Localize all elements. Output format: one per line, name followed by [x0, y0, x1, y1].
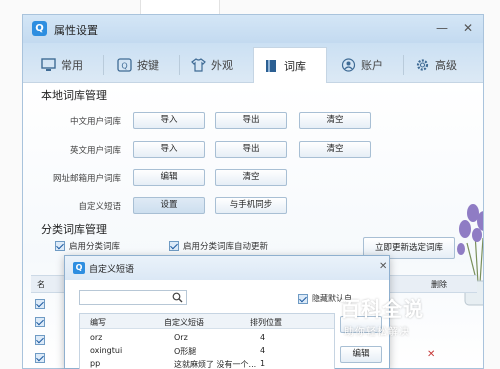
phrase-table: 编写 自定义短语 排列位置 orz Orz 4 oxingtui O形腿 4 p…: [79, 313, 335, 369]
enable-category-checkbox[interactable]: 启用分类词库: [55, 240, 120, 252]
app-logo-icon: Q: [73, 262, 85, 274]
row-label: 自定义短语: [78, 202, 121, 212]
tab-keys[interactable]: Q 按键: [107, 47, 175, 83]
cell-position: 4: [260, 333, 266, 342]
book-icon: [264, 59, 279, 73]
export-cn-button[interactable]: 导出: [215, 112, 287, 129]
user-icon: [341, 58, 356, 72]
keyboard-key-icon: Q: [117, 58, 132, 72]
cell-code: orz: [90, 333, 103, 342]
tab-divider: [403, 55, 404, 75]
watermark-subtitle: 助你轻松解决: [344, 327, 410, 338]
sync-phone-button[interactable]: 与手机同步: [215, 197, 287, 214]
row-checkbox[interactable]: [35, 353, 45, 363]
import-en-button[interactable]: 导入: [133, 141, 205, 158]
row-checkbox[interactable]: [35, 335, 45, 345]
background-strip: [140, 0, 220, 14]
svg-text:Q: Q: [121, 62, 127, 71]
close-button[interactable]: ✕: [461, 21, 475, 35]
tab-label: 常用: [61, 59, 83, 72]
dialog-title: 自定义短语: [89, 265, 135, 275]
monitor-icon: [41, 58, 56, 72]
table-header: 编写 自定义短语 排列位置: [80, 314, 334, 329]
cell-phrase: Orz: [174, 333, 188, 342]
tab-label: 词库: [284, 59, 306, 73]
window-title: 属性设置: [54, 24, 98, 37]
watermark-title: 百科全说: [340, 297, 424, 321]
clear-en-button[interactable]: 清空: [299, 141, 371, 158]
watermark: 百科全说 助你轻松解决: [330, 293, 500, 369]
checkbox-checked-icon: [169, 241, 179, 251]
phrase-settings-button[interactable]: 设置: [133, 197, 205, 214]
cell-position: 4: [260, 346, 266, 355]
row-label: 英文用户词库: [69, 146, 121, 156]
tab-label: 高级: [435, 59, 457, 72]
column-header-delete: 删除: [431, 280, 447, 289]
app-logo-icon: Q: [32, 21, 47, 36]
title-bar: Q 属性设置 — ✕: [23, 15, 483, 43]
checkbox-checked-icon: [298, 293, 308, 304]
tab-label: 按键: [137, 59, 159, 72]
cell-position: 1: [260, 359, 266, 368]
category-section-title: 分类词库管理: [41, 223, 107, 236]
tab-appearance[interactable]: 外观: [181, 47, 251, 83]
tab-common[interactable]: 常用: [31, 47, 99, 83]
edit-url-button[interactable]: 编辑: [133, 169, 205, 186]
checkbox-label: 启用分类词库: [69, 242, 121, 252]
column-header-position: 排列位置: [250, 318, 282, 327]
cell-code: pp: [90, 359, 101, 368]
shirt-icon: [191, 58, 206, 72]
checkbox-checked-icon: [55, 241, 65, 251]
local-section-title: 本地词库管理: [41, 89, 107, 102]
clear-cn-button[interactable]: 清空: [299, 112, 371, 129]
dialog-close-button[interactable]: ✕: [379, 261, 387, 272]
cell-phrase: 这就麻烦了 没有一个...: [174, 360, 257, 369]
column-header-name: 名: [37, 280, 45, 289]
dialog-title-bar: Q 自定义短语 ✕: [65, 256, 389, 280]
tab-advanced[interactable]: 高级: [405, 47, 477, 83]
cell-phrase: O形腿: [174, 347, 197, 356]
tab-divider: [179, 55, 180, 75]
export-en-button[interactable]: 导出: [215, 141, 287, 158]
tab-label: 账户: [361, 59, 383, 72]
row-label: 网址邮箱用户词库: [52, 174, 121, 184]
tab-divider: [103, 55, 104, 75]
search-icon[interactable]: [172, 292, 183, 303]
tab-label: 外观: [211, 59, 233, 72]
row-checkbox[interactable]: [35, 299, 45, 309]
clear-url-button[interactable]: 清空: [215, 169, 287, 186]
import-cn-button[interactable]: 导入: [133, 112, 205, 129]
checkbox-label: 启用分类词库自动更新: [183, 242, 269, 252]
row-label: 中文用户词库: [69, 117, 121, 127]
column-header-phrase: 自定义短语: [164, 318, 204, 327]
tab-lexicon[interactable]: 词库: [253, 47, 327, 83]
minimize-button[interactable]: —: [435, 21, 449, 35]
tab-bar: 常用 Q 按键 外观 词库 账户 高级: [23, 43, 483, 83]
cell-code: oxingtui: [90, 346, 123, 355]
search-input[interactable]: [79, 290, 187, 305]
auto-update-checkbox[interactable]: 启用分类词库自动更新: [169, 240, 268, 252]
gear-icon: [415, 58, 430, 72]
tab-account[interactable]: 账户: [331, 47, 401, 83]
row-checkbox[interactable]: [35, 317, 45, 327]
column-header-code: 编写: [90, 318, 106, 327]
